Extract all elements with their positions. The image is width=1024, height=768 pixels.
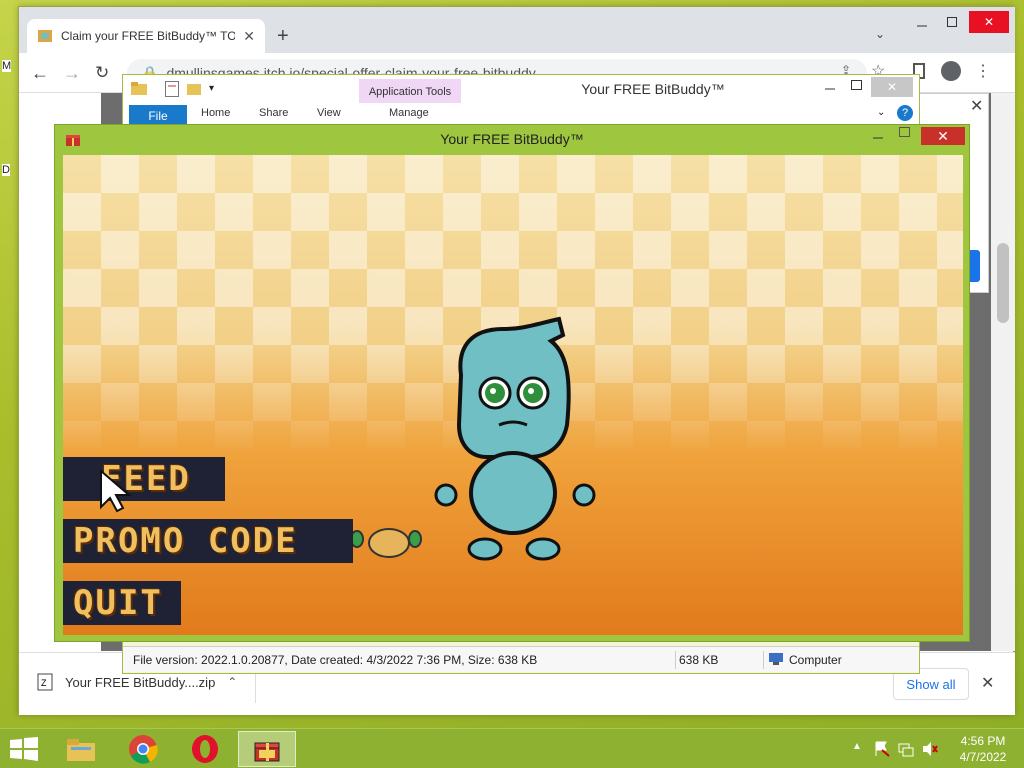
tab-home[interactable]: Home xyxy=(201,107,230,119)
tab-share[interactable]: Share xyxy=(259,107,288,119)
close-icon[interactable]: ✕ xyxy=(921,127,965,145)
back-icon[interactable]: ← xyxy=(31,63,49,84)
svg-text:Z: Z xyxy=(41,678,47,688)
browser-tab[interactable]: Claim your FREE BitBuddy™ TOD ✕ xyxy=(27,19,265,53)
itch-favicon-icon xyxy=(37,28,53,44)
status-bar: File version: 2022.1.0.20877, Date creat… xyxy=(123,646,919,672)
clock[interactable]: 4:56 PM 4/7/2022 xyxy=(950,733,1016,765)
chrome-icon[interactable] xyxy=(114,731,172,767)
game-title: Your FREE BitBuddy™ xyxy=(440,131,584,147)
new-folder-icon[interactable] xyxy=(187,81,201,95)
scroll-thumb[interactable] xyxy=(997,243,1009,323)
tab-manage[interactable]: Manage xyxy=(389,107,429,119)
bitbuddy-character[interactable] xyxy=(423,315,603,565)
show-hidden-icons-icon[interactable]: ▲ xyxy=(852,741,862,752)
close-shelf-icon[interactable]: ✕ xyxy=(981,673,994,693)
ribbon-expand-icon[interactable]: ⌄ xyxy=(877,107,885,118)
download-filename: Your FREE BitBuddy....zip xyxy=(65,674,216,690)
tab-view[interactable]: View xyxy=(317,107,341,119)
zip-file-icon: Z xyxy=(37,673,53,691)
divider xyxy=(675,651,676,669)
menu-kebab-icon[interactable]: ⋮ xyxy=(975,61,991,81)
help-icon[interactable]: ? xyxy=(897,105,913,121)
quick-access-dropdown-icon[interactable]: ▾ xyxy=(209,83,214,94)
forward-icon[interactable]: → xyxy=(63,63,81,84)
close-icon[interactable]: ✕ xyxy=(871,77,913,97)
promo-code-label: PROMO CODE xyxy=(73,521,298,561)
windows-start-icon[interactable] xyxy=(10,737,38,761)
computer-icon xyxy=(769,653,783,665)
action-center-icon[interactable] xyxy=(874,741,890,757)
properties-icon[interactable] xyxy=(165,81,179,97)
bitbuddy-icon[interactable] xyxy=(238,731,296,767)
feed-button[interactable]: FEED xyxy=(63,457,225,501)
maximize-icon[interactable] xyxy=(899,127,911,139)
minimize-icon[interactable] xyxy=(873,129,883,139)
folder-icon xyxy=(131,81,147,95)
divider xyxy=(763,651,764,669)
status-size: 638 KB xyxy=(679,652,719,667)
profile-avatar[interactable] xyxy=(941,61,961,81)
tab-close-icon[interactable]: ✕ xyxy=(243,28,255,45)
quit-label: QUIT xyxy=(73,583,163,623)
maximize-icon[interactable] xyxy=(851,79,863,91)
chevron-up-icon[interactable]: ⌃ xyxy=(227,675,237,689)
minimize-icon[interactable] xyxy=(825,81,835,91)
popup-close-icon[interactable]: ✕ xyxy=(970,96,983,116)
taskbar: ▲ 4:56 PM 4/7/2022 xyxy=(0,728,1024,768)
tab-strip: Claim your FREE BitBuddy™ TOD ✕ + ⌄ ✕ xyxy=(19,7,1015,53)
potato-selector-icon xyxy=(350,528,422,558)
quit-button[interactable]: QUIT xyxy=(63,581,181,625)
desktop-icon-label[interactable]: D xyxy=(2,164,10,176)
new-tab-button[interactable]: + xyxy=(277,25,289,48)
status-file-info: File version: 2022.1.0.20877, Date creat… xyxy=(133,652,538,667)
status-location: Computer xyxy=(789,652,842,667)
scrollbar[interactable] xyxy=(991,93,1015,651)
desktop-icon-label[interactable]: M xyxy=(2,60,12,72)
volume-muted-icon[interactable] xyxy=(922,741,938,757)
opera-icon[interactable] xyxy=(176,731,234,767)
minimize-icon[interactable] xyxy=(907,11,937,33)
clock-time: 4:56 PM xyxy=(960,734,1006,748)
maximize-icon[interactable] xyxy=(937,11,967,33)
clock-date: 4/7/2022 xyxy=(959,750,1007,764)
file-explorer-icon[interactable] xyxy=(52,731,110,767)
explorer-titlebar: ▾ Application Tools Your FREE BitBuddy™ … xyxy=(123,75,919,105)
tab-search-icon[interactable]: ⌄ xyxy=(875,27,885,41)
tab-title: Claim your FREE BitBuddy™ TOD xyxy=(61,29,236,43)
explorer-title: Your FREE BitBuddy™ xyxy=(581,81,725,97)
promo-code-button[interactable]: PROMO CODE xyxy=(63,519,353,563)
network-icon[interactable] xyxy=(898,741,914,757)
game-titlebar: Your FREE BitBuddy™ ✕ xyxy=(55,125,969,153)
bitbuddy-game-window: Your FREE BitBuddy™ ✕ FEED PROMO CODE QU… xyxy=(54,124,970,642)
game-canvas[interactable]: FEED PROMO CODE QUIT xyxy=(63,155,963,635)
application-tools-tab[interactable]: Application Tools xyxy=(359,79,461,105)
close-icon[interactable]: ✕ xyxy=(969,11,1009,33)
reload-icon[interactable]: ↻ xyxy=(95,63,109,83)
mouse-cursor-icon xyxy=(100,469,132,513)
